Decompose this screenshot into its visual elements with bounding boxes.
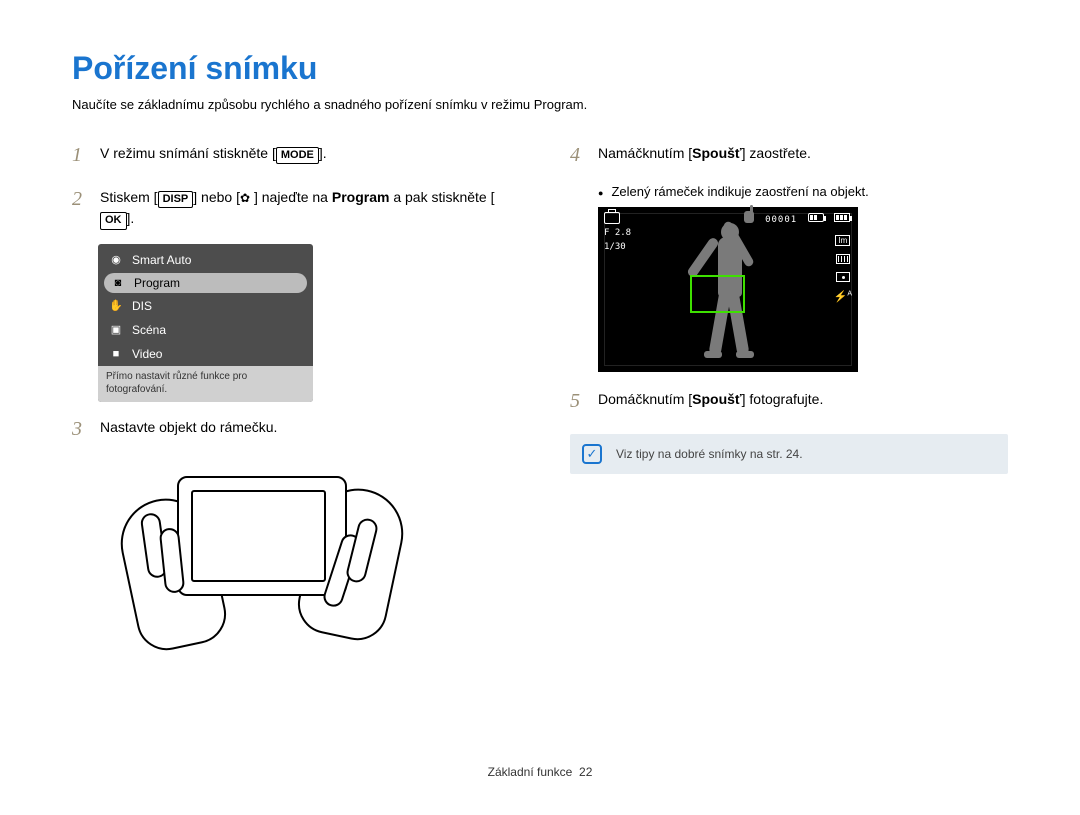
step-number: 1: [72, 140, 90, 170]
step-number: 5: [570, 386, 588, 416]
step-3: 3 Nastavte objekt do rámečku.: [72, 414, 510, 444]
macro-icon: [240, 192, 254, 205]
page-footer: Základní funkce 22: [0, 765, 1080, 779]
program-icon: ◙: [110, 276, 126, 290]
focus-frame: [690, 275, 745, 313]
battery-icon: [834, 213, 850, 222]
mode-item-program: ◙ Program: [104, 273, 307, 293]
mode-description: Přímo nastavit různé funkce pro fotograf…: [98, 366, 313, 402]
bullet-icon: ●: [598, 184, 603, 199]
step-body: V režimu snímání stiskněte [MODE].: [100, 140, 510, 170]
step-text: ] zaostřete.: [742, 145, 811, 161]
tip-box: ✓ Viz tipy na dobré snímky na str. 24.: [570, 434, 1008, 474]
fnumber: F 2.8: [604, 228, 631, 238]
step-5: 5 Domáčknutím [Spoušť] fotografujte.: [570, 386, 1008, 416]
metering-icon: [836, 272, 850, 282]
quality-icon: [836, 254, 850, 264]
step-body: Domáčknutím [Spoušť] fotografujte.: [598, 386, 1008, 416]
step-text: Namáčknutím [: [598, 145, 692, 161]
camera-hold-illustration: [132, 458, 392, 658]
mode-label: Smart Auto: [132, 253, 191, 267]
step-body: Nastavte objekt do rámečku.: [100, 414, 510, 444]
bullet-text: Zelený rámeček indikuje zaostření na obj…: [611, 184, 868, 199]
mode-menu: ◉ Smart Auto ◙ Program ✋ DIS ▣ Scéna ■: [98, 244, 313, 402]
step-number: 3: [72, 414, 90, 444]
mode-label: Scéna: [132, 323, 166, 337]
camera-icon: [604, 212, 620, 224]
disp-button-label: DISP: [158, 191, 194, 208]
shutter-speed: 1/30: [604, 242, 631, 252]
left-column: 1 V režimu snímání stiskněte [MODE]. 2 S…: [72, 140, 510, 658]
step-body: Namáčknutím [Spoušť] zaostřete.: [598, 140, 1008, 170]
image-size-icon: Im: [835, 235, 850, 246]
right-column: 4 Namáčknutím [Spoušť] zaostřete. ● Zele…: [570, 140, 1008, 658]
mode-item-video: ■ Video: [98, 342, 313, 366]
mode-item-scene: ▣ Scéna: [98, 318, 313, 342]
mode-item-dis: ✋ DIS: [98, 294, 313, 318]
shutter-word: Spoušť: [692, 391, 742, 407]
step-2: 2 Stiskem [DISP] nebo [ ] najeďte na Prog…: [72, 184, 510, 230]
scene-icon: ▣: [108, 323, 124, 337]
lcd-preview: F 2.8 1/30 00001 Im ⚡A: [598, 207, 858, 372]
step-text: ] najeďte na: [254, 189, 332, 205]
program-word: Program: [332, 189, 390, 205]
mode-item-smart-auto: ◉ Smart Auto: [98, 248, 313, 272]
video-icon: ■: [108, 347, 124, 361]
step-text: ].: [319, 145, 327, 161]
page-subtitle: Naučíte se základnímu způsobu rychlého a…: [72, 97, 1008, 112]
step-text: ] nebo [: [193, 189, 240, 205]
card-icon: [808, 213, 824, 222]
ok-button-label: OK: [100, 212, 127, 229]
flash-icon: ⚡A: [834, 290, 852, 303]
mode-label: DIS: [132, 299, 152, 313]
mode-label: Program: [134, 276, 180, 290]
note-icon: ✓: [582, 444, 602, 464]
footer-page-number: 22: [579, 765, 592, 779]
step-body: Stiskem [DISP] nebo [ ] najeďte na Progra…: [100, 184, 510, 230]
smart-auto-icon: ◉: [108, 253, 124, 267]
footer-section: Základní funkce: [488, 765, 573, 779]
page-title: Pořízení snímku: [72, 50, 1008, 87]
dis-icon: ✋: [108, 299, 124, 313]
step-text: Domáčknutím [: [598, 391, 692, 407]
step-text: V režimu snímání stiskněte [: [100, 145, 276, 161]
step-4: 4 Namáčknutím [Spoušť] zaostřete.: [570, 140, 1008, 170]
mode-label: Video: [132, 347, 162, 361]
shutter-word: Spoušť: [692, 145, 742, 161]
mode-button-label: MODE: [276, 147, 319, 164]
step-text: Stiskem [: [100, 189, 158, 205]
step-number: 4: [570, 140, 588, 170]
step-1: 1 V režimu snímání stiskněte [MODE].: [72, 140, 510, 170]
step-4-bullet: ● Zelený rámeček indikuje zaostření na o…: [598, 184, 1008, 199]
step-text: a pak stiskněte [: [389, 189, 494, 205]
step-number: 2: [72, 184, 90, 230]
tip-text: Viz tipy na dobré snímky na str. 24.: [616, 447, 803, 461]
step-text: ].: [127, 210, 135, 226]
step-text: ] fotografujte.: [742, 391, 824, 407]
